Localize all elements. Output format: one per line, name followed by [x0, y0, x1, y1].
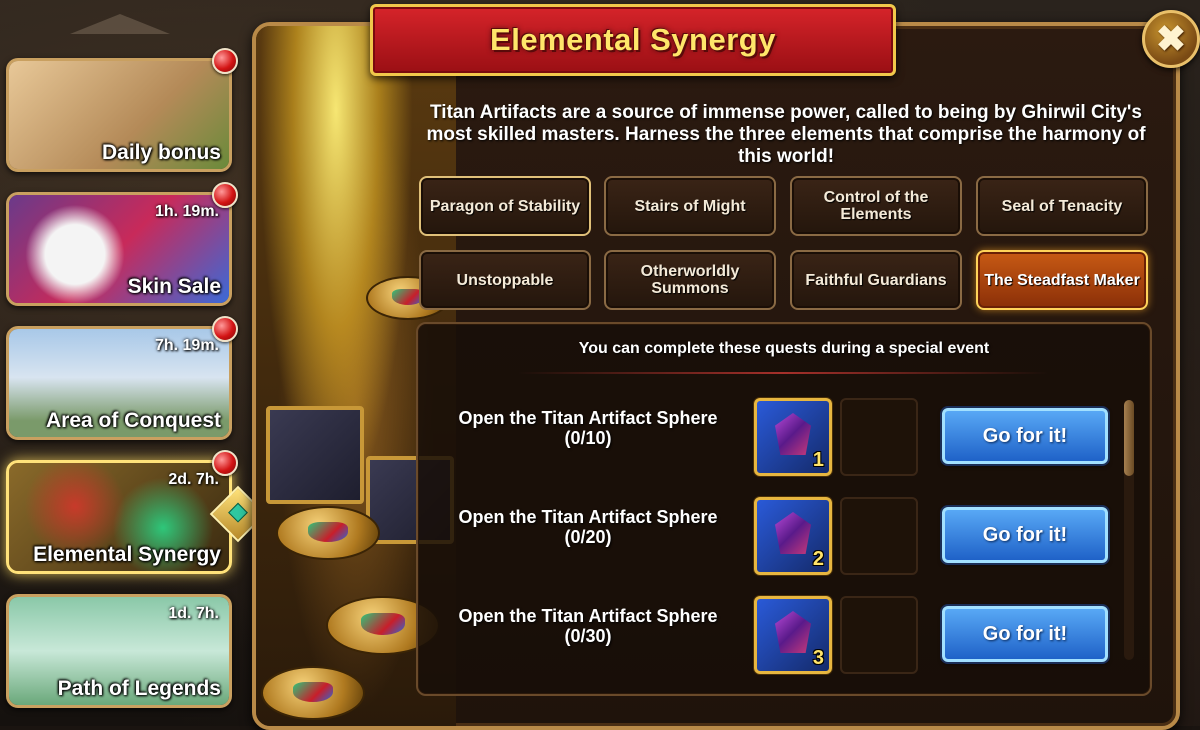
artifact-coin: [261, 666, 365, 720]
go-for-it-button[interactable]: Go for it!: [942, 606, 1108, 662]
tab-otherworldly-summons[interactable]: Otherworldly Summons: [604, 250, 776, 310]
notification-badge: [212, 48, 238, 74]
quest-progress: (0/10): [564, 428, 612, 448]
divider: [518, 372, 1048, 374]
tab-stairs-of-might[interactable]: Stairs of Might: [604, 176, 776, 236]
sidebar-item-label: Daily bonus: [101, 141, 221, 164]
sphere-reward-icon[interactable]: 1: [754, 398, 832, 476]
quest-header: You can complete these quests during a s…: [578, 340, 990, 357]
scroll-up-arrow[interactable]: [70, 14, 170, 34]
sidebar-item-elemental-synergy[interactable]: 2d. 7h. Elemental Synergy: [6, 460, 232, 574]
tab-control-of-the-elements[interactable]: Control of the Elements: [790, 176, 962, 236]
sidebar-item-label: Area of Conquest: [45, 409, 221, 432]
go-for-it-button[interactable]: Go for it!: [942, 408, 1108, 464]
quest-name: Open the Titan Artifact Sphere: [458, 408, 718, 428]
reward-count: 3: [812, 647, 824, 669]
titan-artifact-sphere-icon: [775, 413, 811, 455]
sidebar-item-label: Skin Sale: [127, 275, 221, 298]
sidebar-item-area-of-conquest[interactable]: 7h. 19m. Area of Conquest: [6, 326, 232, 440]
reward-count: 2: [812, 548, 824, 570]
quest-title: Open the Titan Artifact Sphere (0/10): [438, 408, 738, 448]
empty-reward-slot: [840, 596, 918, 674]
sidebar-item-timer: 7h. 19m.: [154, 337, 219, 354]
sphere-reward-icon[interactable]: 3: [754, 596, 832, 674]
quest-title: Open the Titan Artifact Sphere (0/20): [438, 507, 738, 547]
sidebar-item-label: Elemental Synergy: [33, 543, 221, 566]
reward-count: 1: [812, 449, 824, 471]
event-sidebar: Daily bonus 1h. 19m. Skin Sale 7h. 19m. …: [0, 0, 267, 726]
title-ribbon: Elemental Synergy: [370, 4, 896, 76]
notification-badge: [212, 182, 238, 208]
quest-progress: (0/30): [564, 626, 612, 646]
sidebar-item-timer: 1h. 19m.: [154, 203, 219, 220]
scrollbar-thumb[interactable]: [1124, 400, 1134, 476]
titan-artifact-sphere-icon: [775, 512, 811, 554]
notification-badge: [212, 316, 238, 342]
quest-scrollbar[interactable]: [1124, 400, 1134, 660]
tab-seal-of-tenacity[interactable]: Seal of Tenacity: [976, 176, 1148, 236]
sidebar-item-daily-bonus[interactable]: Daily bonus: [6, 58, 232, 172]
empty-reward-slot: [840, 497, 918, 575]
quest-progress: (0/20): [564, 527, 612, 547]
tab-faithful-guardians[interactable]: Faithful Guardians: [790, 250, 962, 310]
tab-paragon-of-stability[interactable]: Paragon of Stability: [419, 176, 591, 236]
tab-unstoppable[interactable]: Unstoppable: [419, 250, 591, 310]
quest-row: Open the Titan Artifact Sphere (0/30) 3 …: [418, 596, 1150, 676]
sidebar-item-path-of-legends[interactable]: 1d. 7h. Path of Legends: [6, 594, 232, 708]
sidebar-item-timer: 1d. 7h.: [168, 605, 219, 622]
tab-the-steadfast-maker[interactable]: The Steadfast Maker: [976, 250, 1148, 310]
sidebar-item-skin-sale[interactable]: 1h. 19m. Skin Sale: [6, 192, 232, 306]
artifact-chest: [266, 406, 364, 504]
sphere-reward-icon[interactable]: 2: [754, 497, 832, 575]
empty-reward-slot: [840, 398, 918, 476]
sidebar-item-timer: 2d. 7h.: [168, 471, 219, 488]
quest-list-panel: You can complete these quests during a s…: [416, 322, 1152, 696]
quest-name: Open the Titan Artifact Sphere: [458, 606, 718, 626]
close-button[interactable]: ✖: [1142, 10, 1200, 68]
notification-badge: [212, 450, 238, 476]
close-icon: ✖: [1155, 18, 1187, 59]
artifact-coin: [276, 506, 380, 560]
page-title: Elemental Synergy: [490, 22, 776, 57]
titan-artifact-sphere-icon: [775, 611, 811, 653]
quest-title: Open the Titan Artifact Sphere (0/30): [438, 606, 738, 646]
quest-row: Open the Titan Artifact Sphere (0/20) 2 …: [418, 497, 1150, 577]
go-for-it-button[interactable]: Go for it!: [942, 507, 1108, 563]
sidebar-item-label: Path of Legends: [57, 677, 221, 700]
quest-row: Open the Titan Artifact Sphere (0/10) 1 …: [418, 398, 1150, 478]
quest-name: Open the Titan Artifact Sphere: [458, 507, 718, 527]
event-description: Titan Artifacts are a source of immense …: [426, 102, 1146, 167]
